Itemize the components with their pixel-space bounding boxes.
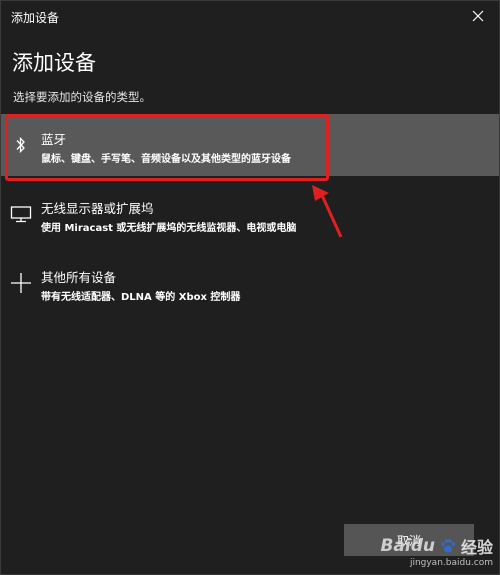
close-button[interactable] — [467, 5, 489, 27]
option-name: 其他所有设备 — [41, 270, 117, 285]
option-description: 使用 Miracast 或无线扩展坞的无线监视器、电视或电脑 — [41, 223, 297, 234]
title-bar: 添加设备 — [1, 1, 499, 31]
paw-icon — [441, 539, 456, 553]
close-icon — [472, 10, 484, 22]
watermark: Baidu 经验 jingyan.baidu.com — [380, 534, 493, 568]
page-subtitle: 选择要添加的设备的类型。 — [13, 90, 151, 104]
option-name: 无线显示器或扩展坞 — [41, 201, 154, 216]
annotation-arrow — [312, 185, 343, 238]
watermark-url: jingyan.baidu.com — [409, 558, 493, 568]
option-everything-else[interactable]: 其他所有设备 带有无线适配器、DLNA 等的 Xbox 控制器 — [1, 252, 499, 314]
add-device-dialog: 添加设备 添加设备 选择要添加的设备的类型。 蓝牙 鼠标、键盘、手写笔、音频设备… — [0, 0, 500, 575]
plus-icon — [7, 252, 35, 314]
window-title: 添加设备 — [11, 11, 60, 25]
watermark-text: 经验 — [460, 538, 493, 557]
monitor-icon — [7, 183, 35, 245]
option-wireless-display[interactable]: 无线显示器或扩展坞 使用 Miracast 或无线扩展坞的无线监视器、电视或电脑 — [1, 183, 499, 245]
page-title: 添加设备 — [12, 51, 96, 75]
watermark-logo: Baidu — [380, 536, 435, 556]
annotation-highlight-box — [5, 114, 329, 181]
option-description: 带有无线适配器、DLNA 等的 Xbox 控制器 — [41, 292, 241, 303]
